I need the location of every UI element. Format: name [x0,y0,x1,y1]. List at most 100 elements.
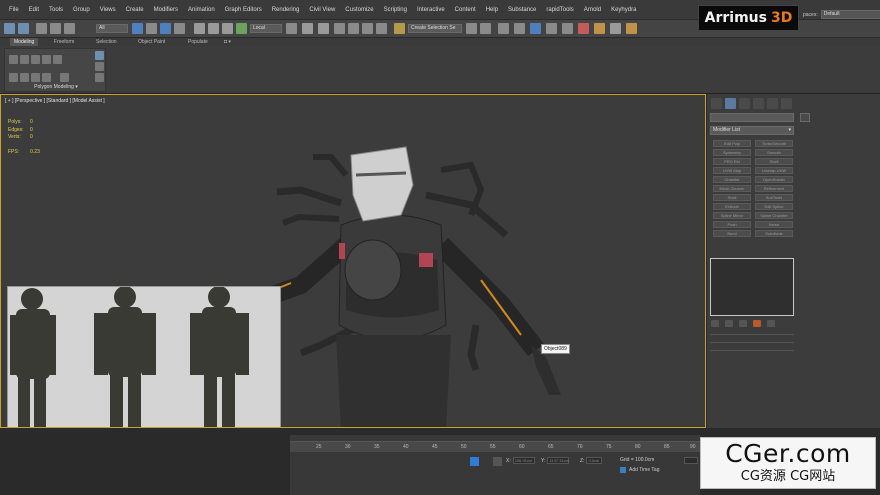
menu-views[interactable]: Views [95,7,121,13]
undo-icon[interactable] [4,23,15,34]
spinner-snap-icon[interactable] [376,23,387,34]
motion-tab-icon[interactable] [753,98,764,109]
utilities-tab-icon[interactable] [781,98,792,109]
menu-rendering[interactable]: Rendering [267,7,305,13]
menu-scripting[interactable]: Scripting [379,7,412,13]
polygon-modeling-label[interactable]: Polygon Modeling ▾ [5,84,107,90]
menu-help[interactable]: Help [481,7,503,13]
menu-create[interactable]: Create [121,7,149,13]
tab-object-paint[interactable]: Object Paint [134,38,169,46]
x-field[interactable]: 106.91cm [512,457,535,464]
preserve-uvs-icon[interactable] [95,62,104,71]
poly-tool-4-icon[interactable] [42,73,51,82]
unlink-icon[interactable] [50,23,61,34]
menu-interactive[interactable]: Interactive [412,7,450,13]
angle-snap-icon[interactable] [348,23,359,34]
pin-stack-icon[interactable] [711,320,719,327]
render-production-icon[interactable] [626,23,637,34]
menu-edit[interactable]: Edit [24,7,44,13]
bind-space-warp-icon[interactable] [64,23,75,34]
display-tab-icon[interactable] [767,98,778,109]
modifier-button[interactable]: Smooth [755,149,793,156]
vertex-icon[interactable] [9,55,18,64]
border-icon[interactable] [31,55,40,64]
modifier-button[interactable]: Edit Poly [713,140,751,147]
placement-icon[interactable] [236,23,247,34]
schematic-view-icon[interactable] [562,23,573,34]
track-bar[interactable]: 25 30 35 40 45 50 55 60 65 70 75 80 85 9… [290,441,700,452]
menu-rapidtools[interactable]: rapidTools [541,7,578,13]
align-icon[interactable] [480,23,491,34]
menu-keyhydra[interactable]: Keyhydra [606,7,641,13]
menu-content[interactable]: Content [450,7,481,13]
mirror-icon[interactable] [466,23,477,34]
z-field[interactable]: 0.0cm [586,457,603,464]
menu-substance[interactable]: Substance [503,7,541,13]
pivot-icon[interactable] [286,23,297,34]
auto-key-box[interactable] [684,457,698,464]
modifier-stack[interactable] [710,258,794,316]
modifier-button[interactable]: UVW Map [713,167,751,174]
hierarchy-tab-icon[interactable] [739,98,750,109]
poly-tool-2-icon[interactable] [20,73,29,82]
modifier-button[interactable]: Chamfer [713,176,751,183]
select-by-name-icon[interactable] [146,23,157,34]
rotate-icon[interactable] [208,23,219,34]
scene-explorer-icon[interactable] [498,23,509,34]
scale-icon[interactable] [222,23,233,34]
rendered-frame-icon[interactable] [610,23,621,34]
curve-editor-icon[interactable] [546,23,557,34]
modifier-button[interactable]: Push [713,221,751,228]
menu-modifiers[interactable]: Modifiers [149,7,183,13]
modifier-button[interactable]: Spline Chamfer [755,212,793,219]
layer-explorer-icon[interactable] [514,23,525,34]
modifier-button[interactable]: Spline Mirror [713,212,751,219]
make-unique-icon[interactable] [739,320,747,327]
link-icon[interactable] [36,23,47,34]
menu-tools[interactable]: Tools [44,7,68,13]
material-editor-icon[interactable] [578,23,589,34]
modifier-list-dropdown[interactable]: Modifier List ▾ [710,126,794,135]
keyboard-shortcut-icon[interactable] [318,23,329,34]
absolute-mode-icon[interactable] [493,457,502,466]
modifier-button[interactable]: Bend [713,230,751,237]
modifier-button[interactable]: Extrude [713,203,751,210]
tab-populate[interactable]: Populate [184,38,212,46]
modifier-button[interactable]: Unwrap UVW [755,167,793,174]
move-icon[interactable] [194,23,205,34]
rect-selection-icon[interactable] [160,23,171,34]
modify-tab-icon[interactable] [725,98,736,109]
window-crossing-icon[interactable] [174,23,185,34]
select-manipulate-icon[interactable] [302,23,313,34]
percent-snap-icon[interactable] [362,23,373,34]
object-color-swatch[interactable] [800,113,810,122]
snaps-toggle-icon[interactable] [334,23,345,34]
reference-coord-dropdown[interactable]: Local [250,24,282,33]
poly-tool-3-icon[interactable] [31,73,40,82]
modifier-button[interactable]: Subdivide [755,230,793,237]
select-object-icon[interactable] [132,23,143,34]
named-selection-set-dropdown[interactable]: Create Selection Se [408,24,462,33]
tab-freeform[interactable]: Freeform [50,38,78,46]
modifier-button[interactable]: Edit Spline [755,203,793,210]
modifier-button[interactable]: Mesh Cleaner [713,185,751,192]
element-icon[interactable] [53,55,62,64]
polygon-icon[interactable] [42,55,51,64]
configure-sets-icon[interactable] [767,320,775,327]
y-field[interactable]: 1137.31cm [547,457,570,464]
modifier-button[interactable]: Symmetry [713,149,751,156]
menu-graph-editors[interactable]: Graph Editors [220,7,267,13]
perspective-viewport[interactable]: [ + ] [Perspective ] [Standard ] [Model … [0,94,706,428]
ribbon-toggle-icon[interactable] [530,23,541,34]
menu-animation[interactable]: Animation [183,7,220,13]
menu-arnold[interactable]: Arnold [579,7,606,13]
object-name-field[interactable] [710,113,794,122]
selection-lock-icon[interactable] [470,457,479,466]
selection-filter-dropdown[interactable]: All [96,24,128,33]
modifier-button[interactable]: Shell [755,158,793,165]
tab-modeling[interactable]: Modeling [10,38,39,46]
menu-group[interactable]: Group [68,7,95,13]
modifier-button[interactable]: TurboSmooth [755,140,793,147]
poly-tool-6-icon[interactable] [95,73,104,82]
render-setup-icon[interactable] [594,23,605,34]
